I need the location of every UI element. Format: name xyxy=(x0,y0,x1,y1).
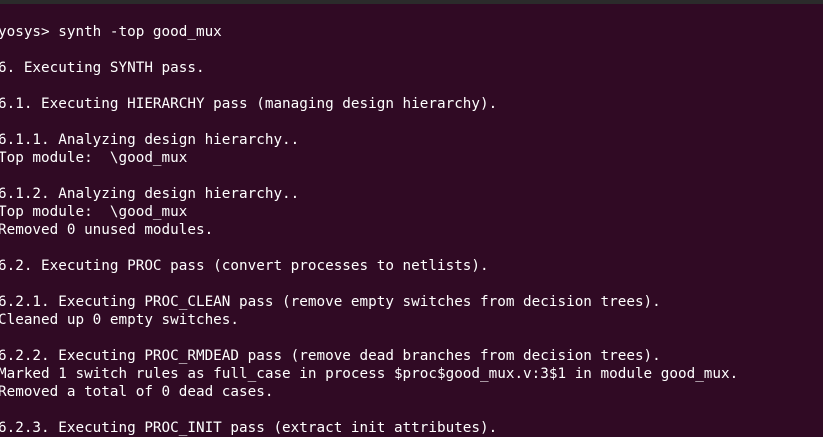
terminal-line-command: yosys> synth -top good_mux xyxy=(0,24,222,40)
terminal-line: Removed 0 unused modules. xyxy=(0,222,214,238)
terminal-line: 6.2. Executing PROC pass (convert proces… xyxy=(0,258,489,274)
terminal-line: Top module: \good_mux xyxy=(0,204,188,220)
terminal-line: Removed a total of 0 dead cases. xyxy=(0,384,274,400)
terminal-line: 6.1.2. Analyzing design hierarchy.. xyxy=(0,186,300,202)
terminal-line: 6.1. Executing HIERARCHY pass (managing … xyxy=(0,96,498,112)
terminal-output[interactable]: yosys> synth -top good_mux 6. Executing … xyxy=(0,0,823,437)
terminal-line: 6.2.1. Executing PROC_CLEAN pass (remove… xyxy=(0,294,661,310)
terminal-line: Marked 1 switch rules as full_case in pr… xyxy=(0,366,739,382)
terminal-line: 6.2.3. Executing PROC_INIT pass (extract… xyxy=(0,420,498,436)
terminal-line: Top module: \good_mux xyxy=(0,150,188,166)
terminal-line: 6.2.2. Executing PROC_RMDEAD pass (remov… xyxy=(0,348,661,364)
terminal-line: 6.1.1. Analyzing design hierarchy.. xyxy=(0,132,300,148)
terminal-line: Cleaned up 0 empty switches. xyxy=(0,312,240,328)
terminal-line: 6. Executing SYNTH pass. xyxy=(0,60,205,76)
